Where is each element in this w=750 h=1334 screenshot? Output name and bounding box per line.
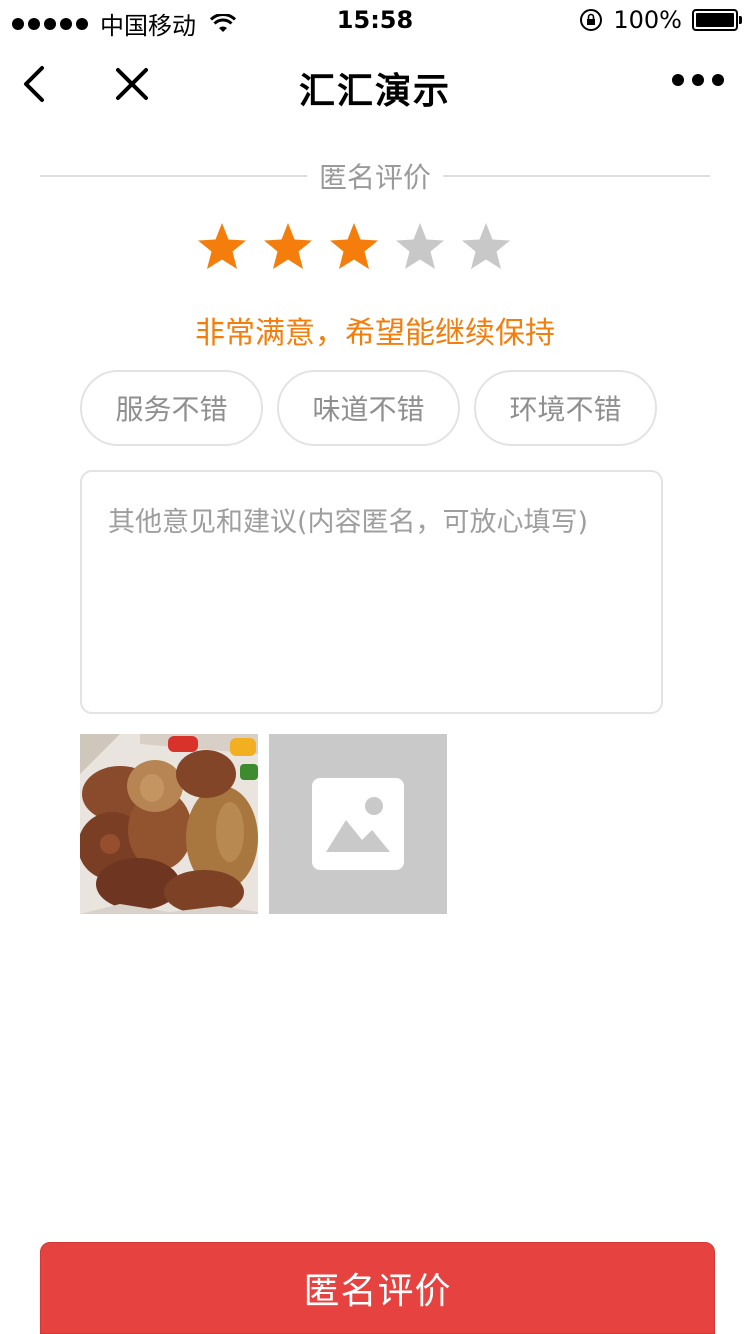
tag-taste[interactable]: 味道不错 bbox=[277, 370, 460, 446]
submit-review-button[interactable]: 匿名评价 bbox=[40, 1242, 715, 1334]
star-icon-4[interactable] bbox=[393, 220, 447, 274]
battery-percent: 100% bbox=[613, 6, 682, 34]
star-icon-5[interactable] bbox=[459, 220, 513, 274]
status-right: 100% bbox=[579, 6, 742, 34]
review-page: 中国移动 15:58 100% 汇汇演示 匿名评价 非常满意，希望能继续保持 服… bbox=[0, 0, 750, 1334]
battery-icon bbox=[692, 9, 742, 31]
divider-left bbox=[40, 175, 307, 177]
tag-environment[interactable]: 环境不错 bbox=[474, 370, 657, 446]
divider-right bbox=[443, 175, 711, 177]
rating-description: 非常满意，希望能继续保持 bbox=[195, 316, 555, 351]
comment-input[interactable] bbox=[80, 470, 663, 714]
section-header-label: 匿名评价 bbox=[319, 161, 432, 194]
quick-tags: 服务不错 味道不错 环境不错 bbox=[80, 370, 657, 446]
image-placeholder-icon bbox=[312, 778, 404, 870]
star-icon-3[interactable] bbox=[327, 220, 381, 274]
star-rating bbox=[195, 220, 513, 274]
nav-bar: 汇汇演示 bbox=[0, 40, 750, 128]
tag-service[interactable]: 服务不错 bbox=[80, 370, 263, 446]
page-title: 汇汇演示 bbox=[298, 71, 451, 112]
star-icon-1[interactable] bbox=[195, 220, 249, 274]
star-icon-2[interactable] bbox=[261, 220, 315, 274]
more-icon[interactable] bbox=[672, 74, 724, 86]
food-photo[interactable] bbox=[80, 734, 258, 914]
add-photo-button[interactable] bbox=[269, 734, 447, 914]
rotation-lock-icon bbox=[580, 9, 603, 31]
section-header: 匿名评价 bbox=[40, 156, 711, 196]
food-photo-image bbox=[80, 734, 258, 914]
status-bar: 中国移动 15:58 100% bbox=[0, 0, 750, 40]
